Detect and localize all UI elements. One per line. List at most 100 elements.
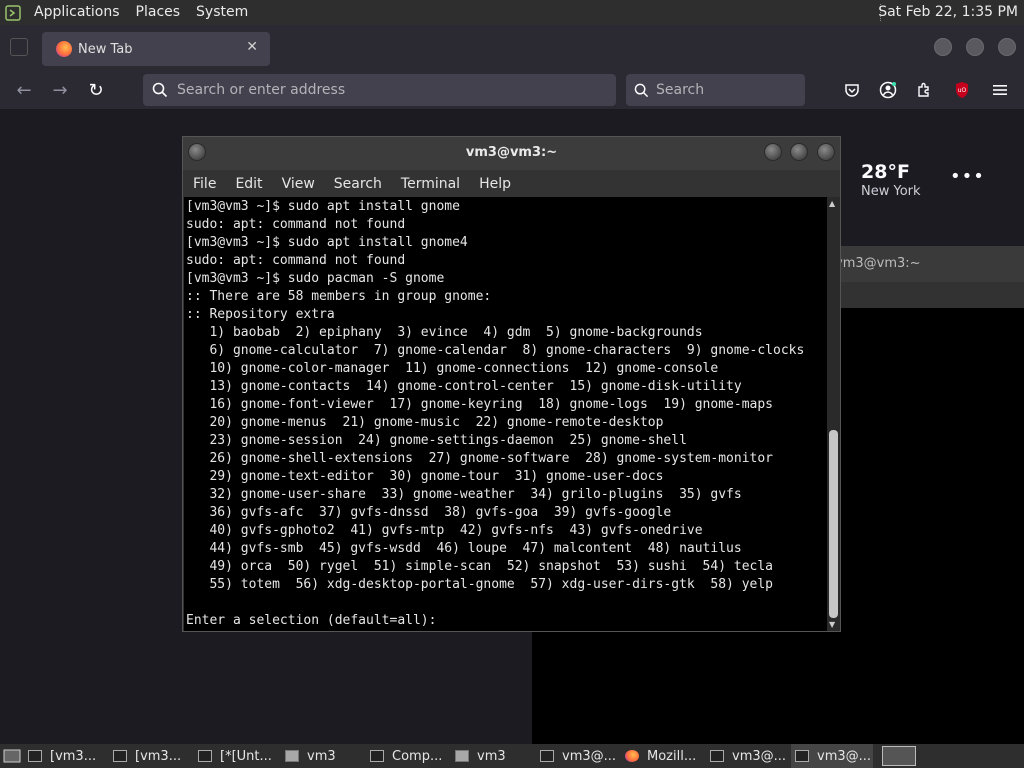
menu-file[interactable]: File	[193, 176, 216, 192]
taskbar-item-label: [vm3...	[135, 748, 182, 764]
terminal-line: 1) baobab 2) epiphany 3) evince 4) gdm 5…	[186, 325, 703, 340]
minimize-button[interactable]	[764, 143, 782, 161]
terminal-line: :: Repository extra	[186, 307, 335, 322]
scrollbar-thumb[interactable]	[829, 430, 838, 618]
folder-icon	[455, 750, 469, 762]
taskbar-item-label: [*[Unt...	[220, 748, 272, 764]
taskbar-item[interactable]: vm3@...	[536, 744, 616, 768]
taskbar-item[interactable]: vm3@...	[706, 744, 786, 768]
reload-icon[interactable]: ↻	[82, 76, 110, 104]
terminal-text: [vm3@vm3 ~]$ sudo apt install gnome sudo:…	[184, 197, 827, 630]
ublock-origin-icon[interactable]: uO	[951, 79, 973, 101]
window-menu-button[interactable]	[188, 143, 206, 161]
terminal-line: 26) gnome-shell-extensions 27) gnome-sof…	[186, 451, 773, 466]
terminal-menubar: File Edit View Search Terminal Help	[183, 170, 840, 197]
terminal-line: [vm3@vm3 ~]$ sudo pacman -S gnome	[186, 271, 445, 286]
terminal-line: 13) gnome-contacts 14) gnome-control-cen…	[186, 379, 742, 394]
weather-more-options-icon[interactable]: •••	[950, 166, 985, 187]
scroll-up-arrow-icon[interactable]: ▲	[829, 199, 835, 208]
menu-search[interactable]: Search	[334, 176, 382, 192]
show-desktop-icon[interactable]	[0, 744, 24, 768]
taskbar-item-label: vm3	[477, 748, 506, 764]
firefox-favicon-icon	[56, 41, 72, 57]
terminal-scrollbar[interactable]: ▲ ▼	[827, 197, 840, 631]
tab-title: New Tab	[78, 41, 133, 57]
taskbar-item[interactable]: vm3	[451, 744, 531, 768]
terminal-line: 49) orca 50) rygel 51) simple-scan 52) s…	[186, 559, 773, 574]
search-icon	[626, 83, 656, 98]
taskbar-item-label: vm3@...	[732, 748, 787, 764]
url-bar[interactable]: Search or enter address	[143, 74, 616, 106]
maximize-button[interactable]	[790, 143, 808, 161]
applications-menu[interactable]: Applications	[26, 0, 128, 25]
taskbar-item-label: [vm3...	[50, 748, 97, 764]
workspace-switcher[interactable]	[882, 746, 916, 766]
terminal-line: 36) gvfs-afc 37) gvfs-dnssd 38) gvfs-goa…	[186, 505, 672, 520]
taskbar-item-label: vm3@...	[817, 748, 872, 764]
taskbar-item[interactable]: [*[Unt...	[194, 744, 276, 768]
taskbar-item[interactable]: vm3@...	[791, 744, 873, 768]
terminal-icon	[710, 750, 724, 762]
extensions-icon[interactable]	[913, 79, 935, 101]
close-button[interactable]	[817, 143, 835, 161]
firefox-nav-bar: ← → ↻ Search or enter address Search uO	[0, 70, 1024, 110]
terminal-line: sudo: apt: command not found	[186, 217, 406, 232]
system-menu[interactable]: System	[188, 0, 256, 25]
search-input[interactable]: Search	[626, 74, 805, 106]
terminal-title: vm3@vm3:~	[465, 145, 558, 160]
clock[interactable]: Sat Feb 22, 1:35 PM	[878, 0, 1018, 25]
back-arrow-icon[interactable]: ←	[10, 76, 38, 104]
terminal-line: 16) gnome-font-viewer 17) gnome-keyring …	[186, 397, 773, 412]
pocket-icon[interactable]	[841, 79, 863, 101]
terminal-icon	[540, 750, 554, 762]
terminal-window[interactable]: vm3@vm3:~ File Edit View Search Terminal…	[182, 136, 841, 632]
tab-new-tab[interactable]: New Tab ✕	[42, 32, 270, 66]
taskbar-item-label: vm3	[307, 748, 336, 764]
menu-edit[interactable]: Edit	[235, 176, 262, 192]
terminal-line: 20) gnome-menus 21) gnome-music 22) gnom…	[186, 415, 664, 430]
taskbar-item[interactable]: [vm3...	[24, 744, 104, 768]
menu-terminal[interactable]: Terminal	[401, 176, 460, 192]
taskbar-item[interactable]: Comp...	[366, 744, 446, 768]
terminal-line: :: There are 58 members in group gnome:	[186, 289, 492, 304]
svg-text:uO: uO	[958, 87, 967, 94]
firefox-icon	[625, 750, 639, 762]
search-placeholder: Search	[656, 82, 705, 98]
url-placeholder: Search or enter address	[177, 82, 346, 98]
terminal-line: Enter a selection (default=all):	[186, 613, 437, 628]
terminal-output[interactable]: [vm3@vm3 ~]$ sudo apt install gnome sudo:…	[184, 197, 827, 631]
terminal-icon	[795, 750, 809, 762]
tab-overview-icon[interactable]	[10, 38, 28, 56]
terminal-line: 32) gnome-user-share 33) gnome-weather 3…	[186, 487, 742, 502]
tab-close-icon[interactable]: ✕	[246, 39, 258, 55]
taskbar-item-label: Comp...	[392, 748, 443, 764]
places-menu[interactable]: Places	[128, 0, 189, 25]
close-window-button[interactable]	[998, 38, 1016, 56]
taskbar-item[interactable]: [vm3...	[109, 744, 189, 768]
terminal-line: [vm3@vm3 ~]$ sudo apt install gnome	[186, 199, 460, 214]
menu-view[interactable]: View	[282, 176, 315, 192]
folder-icon	[285, 750, 299, 762]
taskbar-item-label: Mozill...	[647, 748, 697, 764]
terminal-icon	[113, 750, 127, 762]
minimize-window-button[interactable]	[934, 38, 952, 56]
maximize-window-button[interactable]	[966, 38, 984, 56]
menu-help[interactable]: Help	[479, 176, 511, 192]
terminal-line: sudo: apt: command not found	[186, 253, 406, 268]
terminal-line: 44) gvfs-smb 45) gvfs-wsdd 46) loupe 47)…	[186, 541, 742, 556]
forward-arrow-icon[interactable]: →	[46, 76, 74, 104]
terminal-line: 10) gnome-color-manager 11) gnome-connec…	[186, 361, 719, 376]
distro-logo-icon[interactable]	[0, 0, 26, 25]
terminal-titlebar[interactable]: vm3@vm3:~	[183, 137, 840, 170]
terminal-line: 29) gnome-text-editor 30) gnome-tour 31)…	[186, 469, 664, 484]
account-icon[interactable]	[877, 79, 899, 101]
scroll-down-arrow-icon[interactable]: ▼	[829, 620, 835, 629]
terminal-line: 6) gnome-calculator 7) gnome-calendar 8)…	[186, 343, 805, 358]
terminal-line: [vm3@vm3 ~]$ sudo apt install gnome4	[186, 235, 468, 250]
taskbar-item-label: vm3@...	[562, 748, 617, 764]
taskbar-item[interactable]: Mozill...	[621, 744, 701, 768]
taskbar-item[interactable]: vm3	[281, 744, 361, 768]
hamburger-menu-icon[interactable]	[989, 79, 1011, 101]
weather-city: New York	[861, 184, 921, 199]
